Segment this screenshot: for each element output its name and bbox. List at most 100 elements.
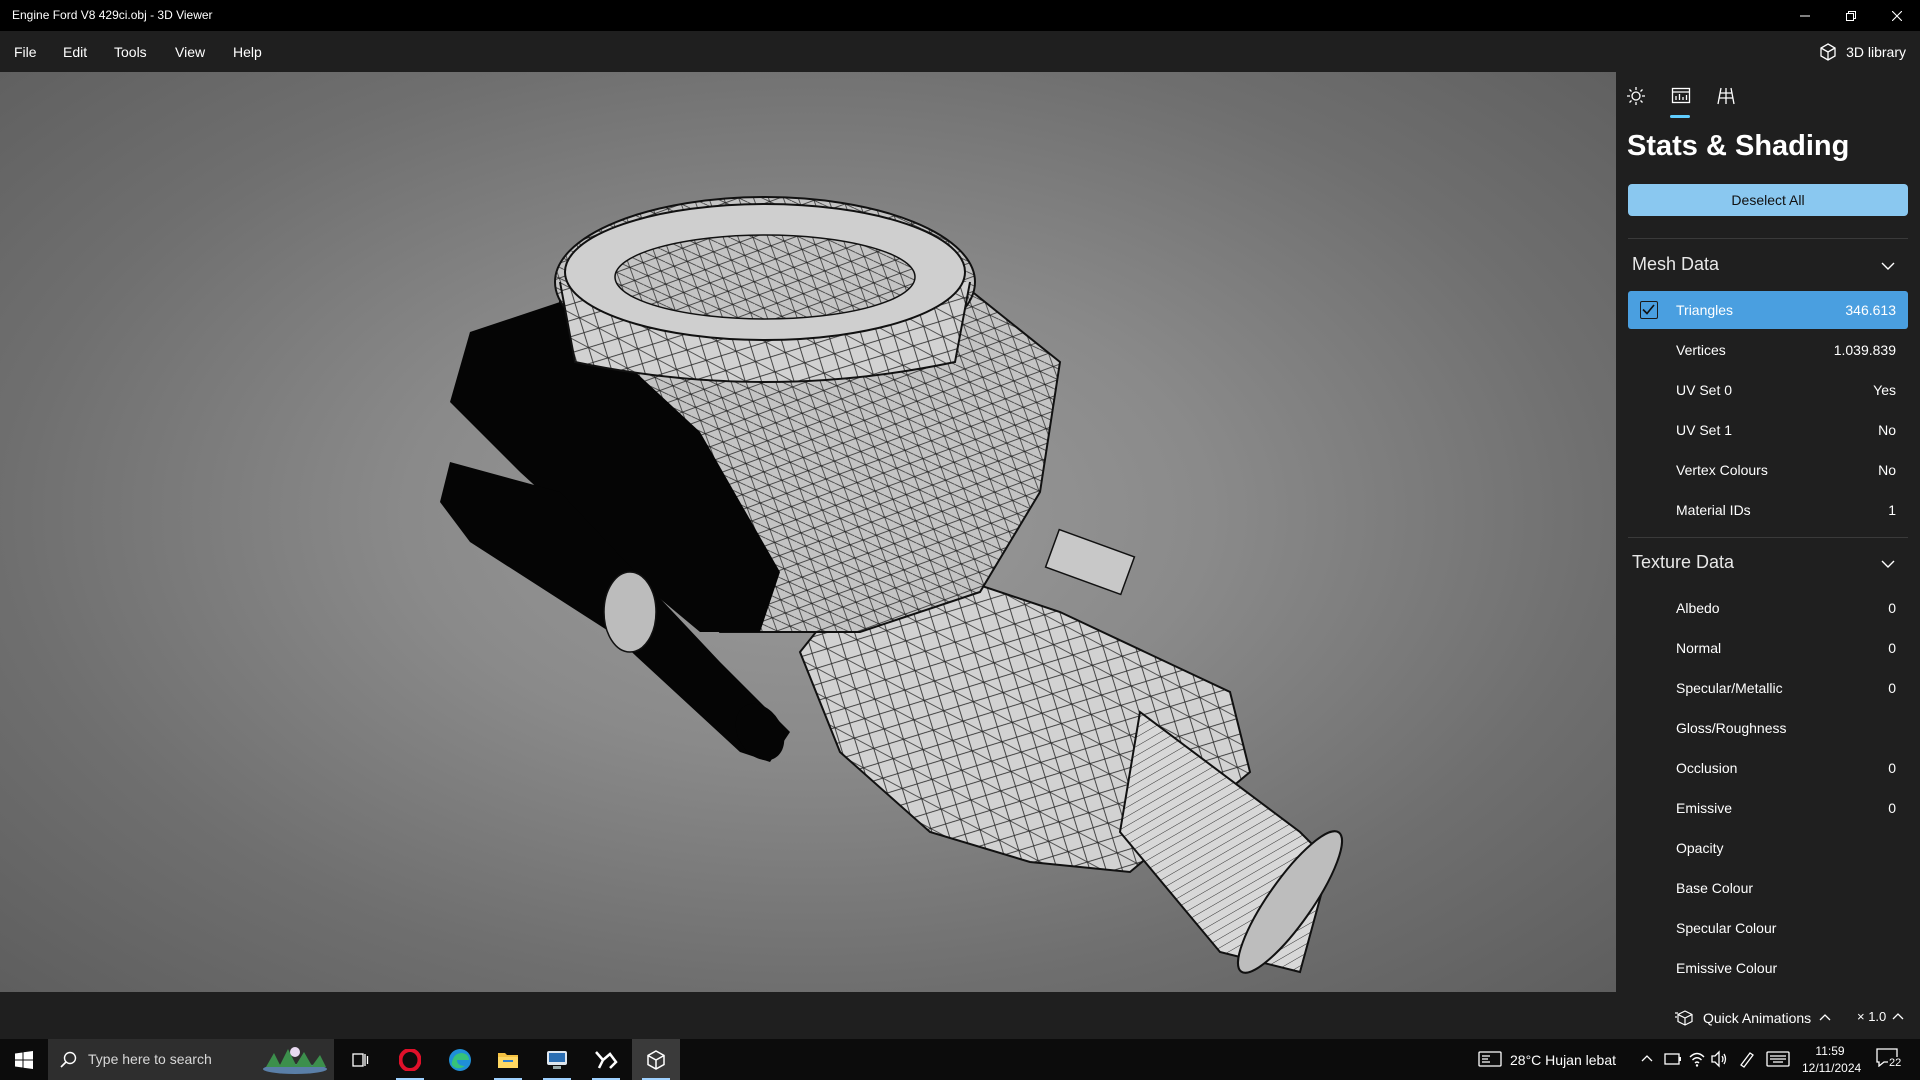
row-label: Base Colour <box>1676 880 1754 896</box>
3d-library-button[interactable]: 3D library <box>1818 42 1906 62</box>
battery-icon[interactable] <box>1664 1051 1682 1067</box>
texture-row-gloss-roughness: Gloss/Roughness <box>1628 709 1908 747</box>
menu-edit[interactable]: Edit <box>63 44 87 60</box>
check-icon <box>1642 304 1655 315</box>
row-label: Specular/Metallic <box>1676 680 1783 696</box>
taskbar-tool-app[interactable] <box>582 1039 630 1080</box>
minimize-icon <box>1800 15 1810 16</box>
volume-icon[interactable] <box>1710 1050 1728 1068</box>
close-button[interactable] <box>1874 0 1920 31</box>
menu-tools[interactable]: Tools <box>114 44 147 60</box>
texture-row-opacity: Opacity <box>1628 829 1908 867</box>
taskbar-file-explorer[interactable] <box>484 1039 532 1080</box>
notification-button[interactable]: 22 <box>1876 1047 1904 1073</box>
row-label: Triangles <box>1676 302 1734 318</box>
row-label: Vertex Colours <box>1676 462 1768 478</box>
row-label: UV Set 0 <box>1676 382 1733 398</box>
row-value: Yes <box>1873 382 1896 398</box>
tab-lighting[interactable] <box>1620 82 1652 110</box>
row-value: No <box>1878 462 1896 478</box>
active-tab-indicator <box>1670 115 1690 118</box>
chevron-up-icon <box>1892 1012 1904 1019</box>
task-view-button[interactable] <box>336 1039 384 1080</box>
texture-row-normal: Normal 0 <box>1628 629 1908 667</box>
3d-viewport[interactable] <box>0 72 1616 992</box>
deselect-all-button[interactable]: Deselect All <box>1628 184 1908 216</box>
row-label: Specular Colour <box>1676 920 1777 936</box>
engine-model[interactable] <box>0 72 1616 992</box>
search-placeholder: Type here to search <box>88 1051 212 1067</box>
animation-icon <box>1675 1010 1693 1026</box>
row-value: 1 <box>1888 502 1896 518</box>
cube-icon <box>1820 43 1836 61</box>
chevron-up-icon[interactable] <box>1641 1053 1653 1065</box>
menu-file[interactable]: File <box>14 44 37 60</box>
divider <box>1628 537 1908 538</box>
texture-row-base-colour: Base Colour <box>1628 869 1908 907</box>
grid-icon <box>1717 87 1735 105</box>
status-bar: Quick Animations × 1.0 <box>0 992 1920 1039</box>
file-explorer-icon <box>498 1052 518 1068</box>
row-value: 1.039.839 <box>1833 342 1896 358</box>
menu-view[interactable]: View <box>175 44 205 60</box>
wifi-icon[interactable] <box>1688 1050 1706 1068</box>
row-label: Normal <box>1676 640 1722 656</box>
texture-row-specular-metallic: Specular/Metallic 0 <box>1628 669 1908 707</box>
3d-library-label: 3D library <box>1846 44 1906 60</box>
texture-row-emissive-colour: Emissive Colour <box>1628 949 1908 987</box>
clock[interactable]: 11:59 12/11/2024 <box>1802 1043 1861 1077</box>
close-icon <box>1892 10 1902 21</box>
panel-title: Stats & Shading <box>1627 130 1850 162</box>
texture-row-albedo: Albedo 0 <box>1628 589 1908 627</box>
taskbar-search[interactable]: Type here to search <box>48 1039 334 1080</box>
start-button[interactable] <box>0 1039 48 1080</box>
pen-icon[interactable] <box>1738 1050 1756 1068</box>
triangles-checkbox[interactable] <box>1640 301 1658 319</box>
restore-icon <box>1846 10 1856 21</box>
taskbar-opera[interactable] <box>386 1039 434 1080</box>
mesh-row-material-ids: Material IDs 1 <box>1628 491 1908 529</box>
restore-button[interactable] <box>1828 0 1874 31</box>
menu-bar: File Edit Tools View Help 3D library <box>0 31 1920 72</box>
chevron-down-icon[interactable] <box>1880 556 1896 572</box>
texture-row-specular-colour: Specular Colour <box>1628 909 1908 947</box>
row-value: 0 <box>1888 600 1896 616</box>
mesh-row-vertices: Vertices 1.039.839 <box>1628 331 1908 369</box>
chevron-down-icon[interactable] <box>1880 258 1896 274</box>
keyboard-icon[interactable] <box>1766 1051 1790 1067</box>
chevron-up-icon <box>1819 1014 1831 1021</box>
mesh-row-vertex-colours: Vertex Colours No <box>1628 451 1908 489</box>
taskbar-edge[interactable] <box>436 1039 484 1080</box>
animation-speed-control[interactable]: × 1.0 <box>1857 1009 1904 1024</box>
taskbar: Type here to search 28°C Hujan lebat 11:… <box>0 1039 1920 1080</box>
menu-help[interactable]: Help <box>233 44 262 60</box>
texture-row-emissive: Emissive 0 <box>1628 789 1908 827</box>
weather-text[interactable]: 28°C Hujan lebat <box>1510 1052 1616 1068</box>
clock-time: 11:59 <box>1815 1044 1845 1058</box>
row-value: 346.613 <box>1845 302 1896 318</box>
display-app-icon <box>547 1050 567 1069</box>
mesh-row-uv-set-1: UV Set 1 No <box>1628 411 1908 449</box>
row-label: Material IDs <box>1676 502 1751 518</box>
weather-icon <box>1478 1051 1502 1067</box>
tab-stats[interactable] <box>1665 82 1697 110</box>
mesh-data-header[interactable]: Mesh Data <box>1632 254 1719 275</box>
taskbar-3d-viewer[interactable] <box>632 1039 680 1080</box>
texture-data-header[interactable]: Texture Data <box>1632 552 1734 573</box>
minimize-button[interactable] <box>1782 0 1828 31</box>
taskbar-display-app[interactable] <box>533 1039 581 1080</box>
title-bar: Engine Ford V8 429ci.obj - 3D Viewer <box>0 0 1920 31</box>
quick-animations-button[interactable]: Quick Animations <box>1675 1009 1831 1027</box>
row-label: Albedo <box>1676 600 1720 616</box>
lighting-icon <box>1627 87 1645 105</box>
edge-icon <box>449 1048 471 1071</box>
row-label: Gloss/Roughness <box>1676 720 1787 736</box>
3d-viewer-icon <box>647 1049 665 1070</box>
row-value: 0 <box>1888 760 1896 776</box>
mesh-row-uv-set-0: UV Set 0 Yes <box>1628 371 1908 409</box>
notification-badge: 22 <box>1888 1057 1903 1069</box>
tab-grid[interactable] <box>1710 82 1742 110</box>
tool-app-icon <box>595 1050 618 1069</box>
mesh-row-triangles[interactable]: Triangles 346.613 <box>1628 291 1908 329</box>
task-view-icon <box>352 1052 369 1067</box>
